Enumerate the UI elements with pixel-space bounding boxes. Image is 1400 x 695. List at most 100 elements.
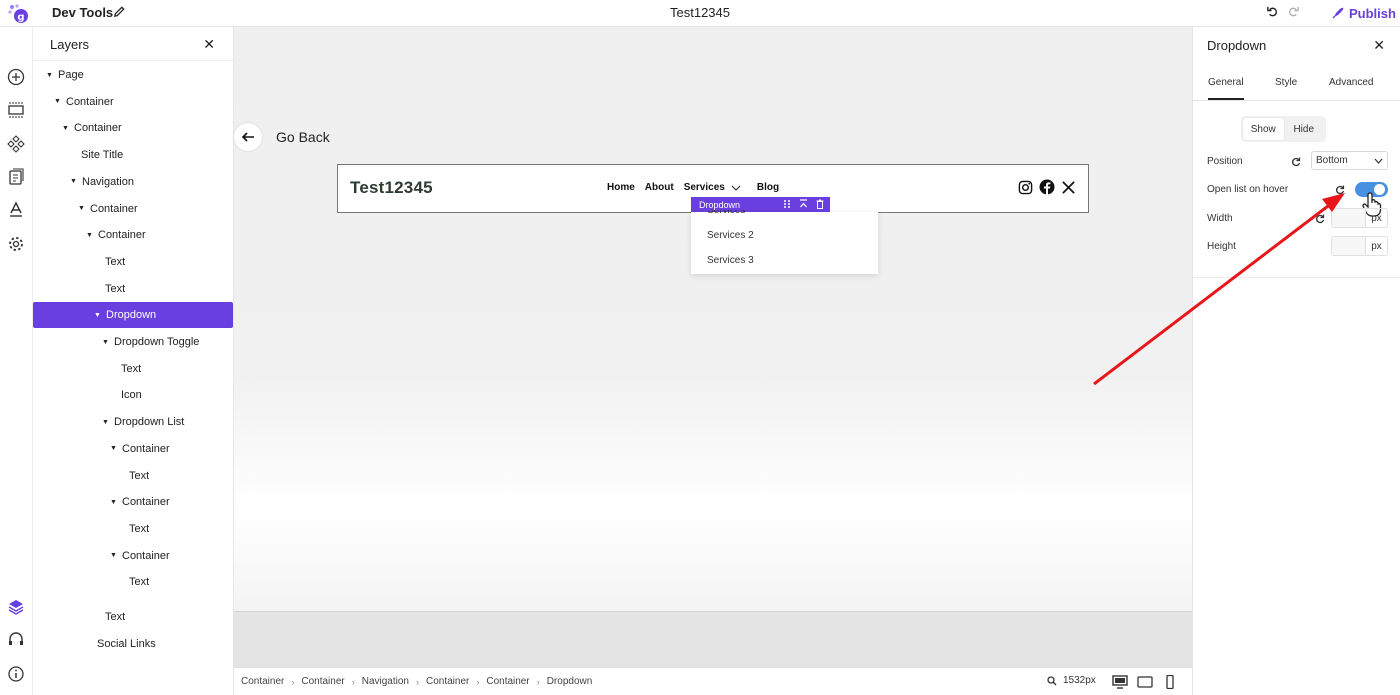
desktop-icon[interactable]: [1112, 675, 1128, 689]
caret-down-icon[interactable]: ▼: [45, 72, 54, 79]
nav-link-about[interactable]: About: [645, 182, 674, 193]
caret-down-icon[interactable]: ▼: [101, 419, 110, 426]
layer-item-container[interactable]: ▼ Container: [33, 196, 233, 222]
reset-icon[interactable]: [1315, 214, 1325, 224]
pencil-icon[interactable]: [113, 5, 126, 18]
caret-down-icon[interactable]: ▼: [93, 312, 102, 319]
show-option[interactable]: Show: [1243, 118, 1284, 140]
layer-item-container[interactable]: ▼ Container: [33, 222, 233, 248]
layer-item-site-title[interactable]: Site Title: [33, 142, 233, 168]
go-back-button[interactable]: Go Back: [234, 123, 330, 151]
width-input[interactable]: px: [1331, 208, 1388, 228]
properties-title: Dropdown: [1207, 38, 1267, 53]
layer-item-container[interactable]: ▼ Container: [33, 89, 233, 115]
undo-icon[interactable]: [1266, 5, 1279, 18]
breadcrumb-item[interactable]: Container: [486, 676, 529, 687]
support-button[interactable]: [6, 630, 26, 650]
add-element-button[interactable]: [6, 67, 26, 87]
instagram-icon[interactable]: [1018, 180, 1033, 195]
mobile-icon[interactable]: [1162, 675, 1178, 689]
layer-item-text[interactable]: Text: [33, 356, 233, 382]
layer-item-text[interactable]: Text: [33, 516, 233, 542]
layer-item-icon[interactable]: Icon: [33, 382, 233, 408]
caret-down-icon[interactable]: ▼: [61, 125, 70, 132]
facebook-icon[interactable]: [1039, 179, 1055, 195]
layer-item-text[interactable]: Text: [33, 276, 233, 302]
width-unit[interactable]: px: [1365, 209, 1387, 227]
tablet-icon[interactable]: [1137, 675, 1153, 689]
height-value[interactable]: [1332, 237, 1365, 255]
caret-down-icon[interactable]: ▼: [85, 232, 94, 239]
layer-item-container[interactable]: ▼ Container: [33, 489, 233, 515]
viewport-width-control[interactable]: 1532px: [1047, 675, 1096, 686]
reset-icon[interactable]: [1335, 185, 1345, 195]
layer-item-container[interactable]: ▼ Container: [33, 543, 233, 569]
layer-item-text[interactable]: Text: [33, 569, 233, 595]
height-input[interactable]: px: [1331, 236, 1388, 256]
layer-item-text[interactable]: Text: [33, 604, 233, 630]
layer-item-text[interactable]: Text: [33, 463, 233, 489]
dropdown-item-3[interactable]: Services 3: [707, 255, 754, 266]
layer-item-dropdown-toggle[interactable]: ▼ Dropdown Toggle: [33, 329, 233, 355]
hide-option[interactable]: Hide: [1284, 118, 1325, 140]
properties-tabs: General Style Advanced: [1193, 69, 1400, 101]
pages-button[interactable]: [6, 167, 26, 187]
close-icon[interactable]: ✕: [203, 36, 215, 53]
sections-button[interactable]: [6, 100, 26, 120]
redo-icon[interactable]: [1287, 5, 1300, 18]
breadcrumb-item[interactable]: Navigation: [362, 676, 409, 687]
breadcrumb-item[interactable]: Container: [301, 676, 344, 687]
layer-item-navigation[interactable]: ▼ Navigation: [33, 169, 233, 195]
layer-item-social-links[interactable]: Social Links: [33, 631, 233, 657]
headset-icon: [9, 632, 23, 645]
settings-icon: [9, 237, 23, 251]
close-icon[interactable]: ✕: [1373, 37, 1385, 54]
caret-down-icon[interactable]: ▼: [77, 205, 86, 212]
layer-item-label: Dropdown Toggle: [114, 336, 200, 348]
nav-dropdown-services[interactable]: Services: [684, 182, 741, 193]
reset-icon[interactable]: [1291, 157, 1301, 167]
dropdown-item-1[interactable]: Services: [707, 210, 745, 217]
back-arrow-button[interactable]: [234, 123, 262, 151]
layer-item-container[interactable]: ▼ Container: [33, 115, 233, 141]
width-value[interactable]: [1332, 209, 1365, 227]
layer-item-page[interactable]: ▼ Page: [33, 62, 233, 88]
dropdown-item-2[interactable]: Services 2: [707, 230, 754, 241]
nav-link-home[interactable]: Home: [607, 182, 635, 193]
canvas[interactable]: Go Back Test12345 Home About Services Bl…: [234, 27, 1192, 667]
tab-general[interactable]: General: [1208, 77, 1244, 100]
caret-down-icon[interactable]: ▼: [109, 552, 118, 559]
caret-down-icon[interactable]: ▼: [53, 98, 62, 105]
layers-button[interactable]: [6, 597, 26, 617]
drag-handle-icon[interactable]: [783, 199, 791, 209]
components-button[interactable]: [6, 134, 26, 154]
breadcrumb-item[interactable]: Container: [426, 676, 469, 687]
x-twitter-icon[interactable]: [1061, 180, 1076, 195]
info-button[interactable]: [6, 664, 26, 684]
tab-style[interactable]: Style: [1275, 77, 1297, 88]
position-select[interactable]: Bottom: [1311, 151, 1388, 170]
breadcrumb-item[interactable]: Dropdown: [547, 676, 593, 687]
publish-button[interactable]: Publish: [1331, 3, 1396, 23]
layer-item-dropdown-list[interactable]: ▼ Dropdown List: [33, 409, 233, 435]
site-title[interactable]: Test12345: [350, 178, 433, 198]
caret-down-icon[interactable]: ▼: [109, 445, 118, 452]
caret-down-icon[interactable]: ▼: [109, 499, 118, 506]
height-unit[interactable]: px: [1365, 237, 1387, 255]
app-logo-icon[interactable]: g: [6, 2, 30, 24]
caret-down-icon[interactable]: ▼: [101, 339, 110, 346]
chevron-right-icon: ›: [291, 676, 295, 687]
layer-item-dropdown[interactable]: ▼ Dropdown: [33, 302, 233, 329]
caret-down-icon[interactable]: ▼: [69, 178, 78, 185]
tab-advanced[interactable]: Advanced: [1329, 77, 1373, 88]
chevron-right-icon: ›: [476, 676, 480, 687]
layer-item-text[interactable]: Text: [33, 249, 233, 275]
layer-item-container[interactable]: ▼ Container: [33, 436, 233, 462]
typography-button[interactable]: [6, 200, 26, 220]
trash-icon[interactable]: [816, 199, 824, 209]
select-parent-icon[interactable]: [799, 199, 808, 209]
settings-button[interactable]: [6, 234, 26, 254]
viewport-width-value: 1532px: [1063, 675, 1096, 686]
nav-link-blog[interactable]: Blog: [757, 182, 779, 193]
breadcrumb-item[interactable]: Container: [241, 676, 284, 687]
